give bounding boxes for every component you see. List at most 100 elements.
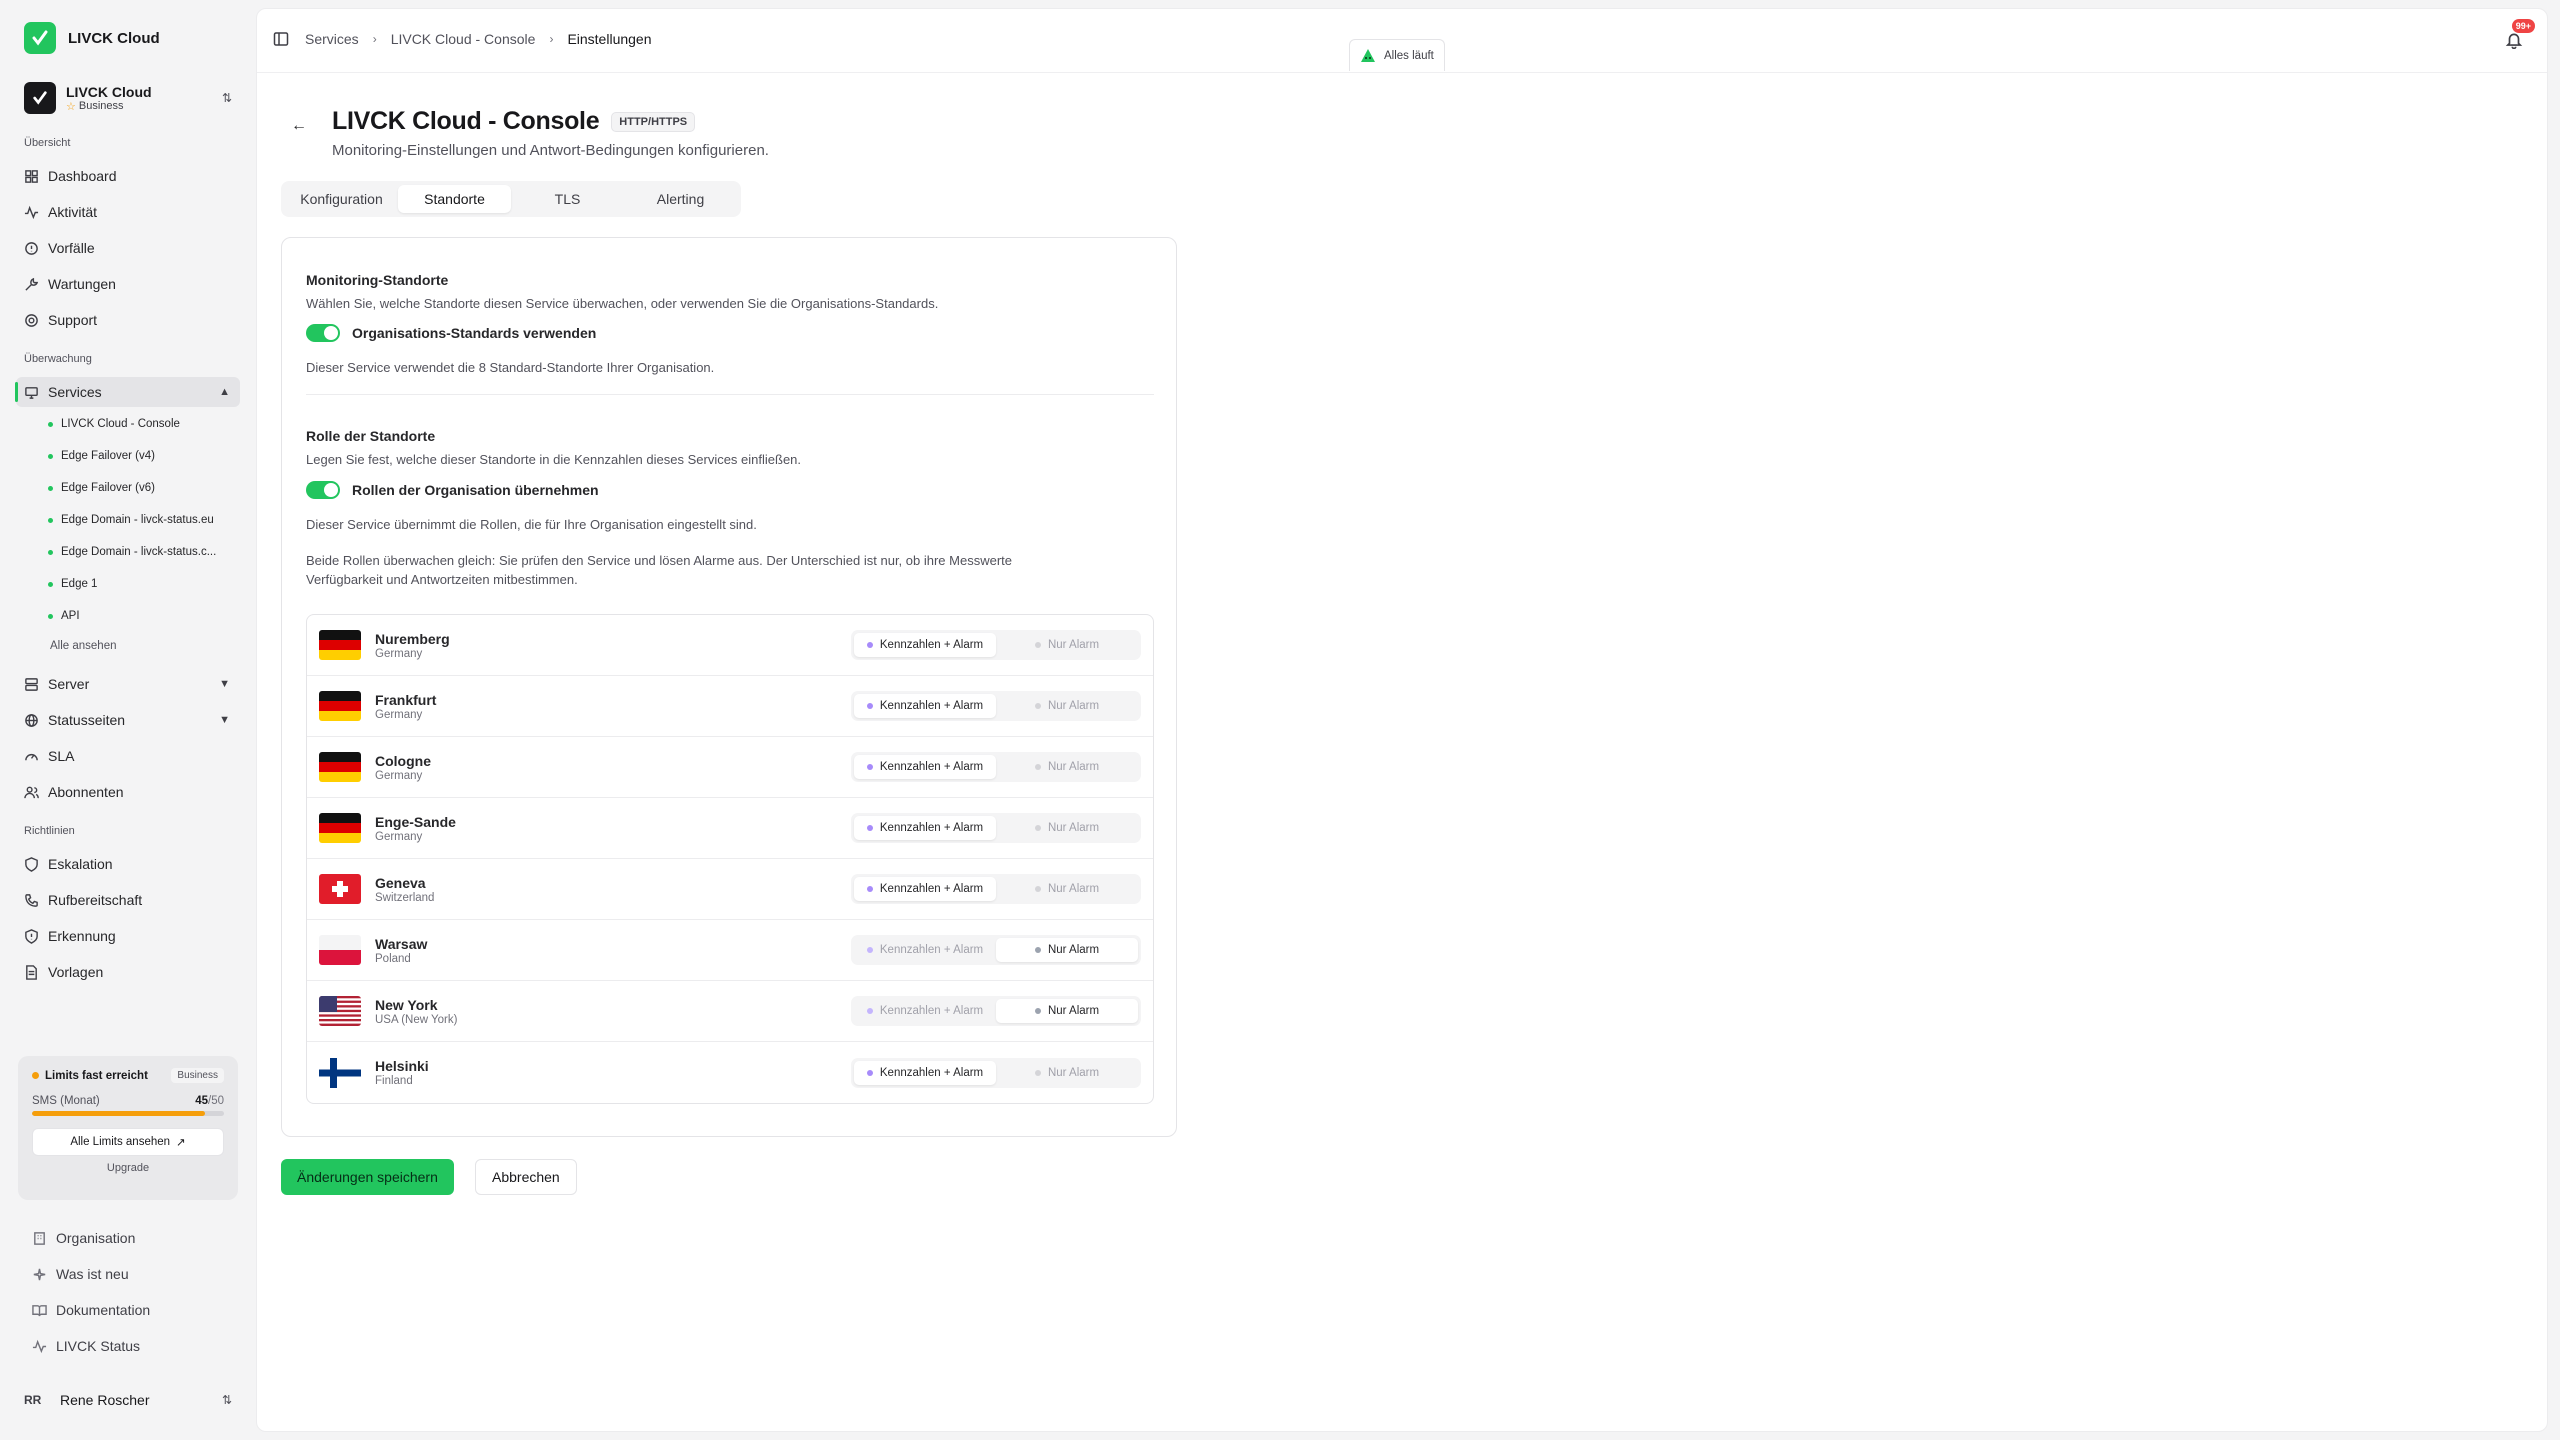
role-option-alarm-only[interactable]: Nur Alarm [996,694,1138,718]
limits-plan-badge: Business [171,1068,224,1083]
back-arrow-icon[interactable]: ← [291,117,307,135]
tab-alerting[interactable]: Alerting [624,185,737,213]
view-all-limits-button[interactable]: Alle Limits ansehen ↗ [32,1128,224,1156]
tab-locations[interactable]: Standorte [398,185,511,213]
service-item[interactable]: API [48,604,233,628]
role-option-alarm-only[interactable]: Nur Alarm [996,633,1138,657]
tab-configuration[interactable]: Konfiguration [285,185,398,213]
lifebuoy-icon [25,313,38,327]
location-row: Frankfurt Germany Kennzahlen + Alarm Nur Al… [307,676,1153,737]
role-dot [1034,703,1041,709]
limits-total: /50 [208,1095,224,1107]
roles-description: Legen Sie fest, welche dieser Standorte … [306,452,802,467]
brand[interactable]: LIVCK Cloud [24,22,160,54]
save-button[interactable]: Änderungen speichern [281,1159,454,1195]
chevrons-up-down-icon: ⇅ [221,1393,232,1407]
location-country: Germany [375,830,423,843]
sidebar-item-sla[interactable]: SLA [16,741,240,771]
role-option-alarm-only[interactable]: Nur Alarm [996,999,1138,1023]
role-option-metrics[interactable]: Kennzahlen + Alarm [854,938,996,962]
service-item[interactable]: Edge 1 [48,572,233,596]
service-item[interactable]: Edge Failover (v6) [48,476,233,500]
role-option-alarm-only[interactable]: Nur Alarm [996,755,1138,779]
cancel-button[interactable]: Abbrechen [475,1159,577,1195]
role-dot [1034,642,1041,648]
role-selector: Kennzahlen + Alarm Nur Alarm [851,935,1141,965]
chevron-down-icon[interactable]: ▼ [219,714,230,726]
role-option-metrics[interactable]: Kennzahlen + Alarm [854,633,996,657]
role-option-metrics[interactable]: Kennzahlen + Alarm [854,877,996,901]
sidebar-item-detection[interactable]: Erkennung [16,921,240,951]
locations-note: Dieser Service verwendet die 8 Standard-… [306,360,715,375]
sidebar-item-incidents[interactable]: Vorfälle [16,233,240,263]
warning-dot [32,1072,39,1079]
service-item[interactable]: Edge Domain - livck-status.eu [48,508,233,532]
role-option-metrics[interactable]: Kennzahlen + Alarm [854,694,996,718]
service-item-label: API [61,610,80,622]
org-roles-toggle[interactable] [306,481,340,499]
sidebar-footer-whats-new[interactable]: Was ist neu [32,1260,129,1288]
breadcrumb-service[interactable]: LIVCK Cloud - Console [391,31,536,47]
status-dot [48,549,53,555]
sidebar-item-escalation[interactable]: Eskalation [16,849,240,879]
sidebar-item-templates[interactable]: Vorlagen [16,957,240,987]
sidebar: LIVCK Cloud LIVCK Cloud ☆ Business ⇅ Übe… [0,0,255,1440]
org-switcher[interactable]: LIVCK Cloud ☆ Business ⇅ [24,80,232,116]
sidebar-item-label: Erkennung [48,928,116,944]
page-title-text: LIVCK Cloud - Console [332,107,600,135]
role-option-metrics[interactable]: Kennzahlen + Alarm [854,816,996,840]
service-item-label: Edge Domain - livck-status.c... [61,546,217,558]
topbar: Services › LIVCK Cloud - Console › Einst… [257,9,2547,73]
sidebar-item-maintenance[interactable]: Wartungen [16,269,240,299]
sidebar-item-server[interactable]: Server ▼ [16,669,240,699]
limits-title: Limits fast erreicht [45,1069,148,1082]
org-plan-label: Business [78,100,124,112]
star-icon: ☆ [66,100,76,113]
role-option-alarm-only[interactable]: Nur Alarm [996,1061,1138,1085]
sidebar-footer-livck-status[interactable]: LIVCK Status [32,1332,140,1360]
services-view-all-link[interactable]: Alle ansehen [50,640,117,652]
server-icon [25,677,38,691]
globe-icon [25,713,38,727]
system-status-pill[interactable]: Alles läuft [1349,39,1445,71]
chevron-down-icon[interactable]: ▼ [219,678,230,690]
role-option-alarm-only[interactable]: Nur Alarm [996,938,1138,962]
service-item[interactable]: Edge Domain - livck-status.c... [48,540,233,564]
chevron-up-icon[interactable]: ▲ [219,386,230,398]
role-selector: Kennzahlen + Alarm Nur Alarm [851,630,1141,660]
breadcrumb-services[interactable]: Services [305,31,359,47]
org-defaults-toggle[interactable] [306,324,340,342]
locations-card: Monitoring-Standorte Wählen Sie, welche … [281,237,1177,1137]
service-item[interactable]: LIVCK Cloud - Console [48,412,233,436]
role-option-alarm-only[interactable]: Nur Alarm [996,877,1138,901]
role-option-metrics[interactable]: Kennzahlen + Alarm [854,1060,996,1085]
role-option-label: Kennzahlen + Alarm [879,639,984,651]
role-option-metrics[interactable]: Kennzahlen + Alarm [854,755,996,779]
sidebar-item-subscribers[interactable]: Abonnenten [16,777,240,807]
location-city: Helsinki [375,1058,429,1074]
role-option-label: Nur Alarm [1047,883,1100,895]
sidebar-item-support[interactable]: Support [16,305,240,335]
sidebar-item-services[interactable]: Services ▲ [15,377,240,407]
role-option-alarm-only[interactable]: Nur Alarm [996,816,1138,840]
location-country: USA (New York) [375,1013,458,1026]
sidebar-item-activity[interactable]: Aktivität [16,197,240,227]
upgrade-link[interactable]: Upgrade [32,1162,224,1174]
org-defaults-toggle-label: Organisations-Standards verwenden [352,325,597,341]
sidebar-item-status-pages[interactable]: Statusseiten ▼ [16,705,240,735]
user-menu[interactable]: RR Rene Roscher ⇅ [24,1386,232,1414]
sidebar-footer-organisation[interactable]: Organisation [32,1224,135,1252]
role-dot [1034,825,1041,831]
role-option-metrics[interactable]: Kennzahlen + Alarm [854,999,996,1023]
service-item[interactable]: Edge Failover (v4) [48,444,233,468]
org-defaults-toggle-row: Organisations-Standards verwenden [306,324,596,342]
location-country: Germany [375,708,423,721]
sidebar-footer-docs[interactable]: Dokumentation [32,1296,150,1324]
sidebar-item-dashboard[interactable]: Dashboard [16,161,240,191]
sidebar-item-on-call[interactable]: Rufbereitschaft [16,885,240,915]
tab-tls[interactable]: TLS [511,185,624,213]
sidebar-toggle-icon[interactable] [273,31,289,47]
role-option-label: Kennzahlen + Alarm [879,700,984,712]
role-dot [866,825,873,831]
bell-icon[interactable] [2505,31,2523,49]
